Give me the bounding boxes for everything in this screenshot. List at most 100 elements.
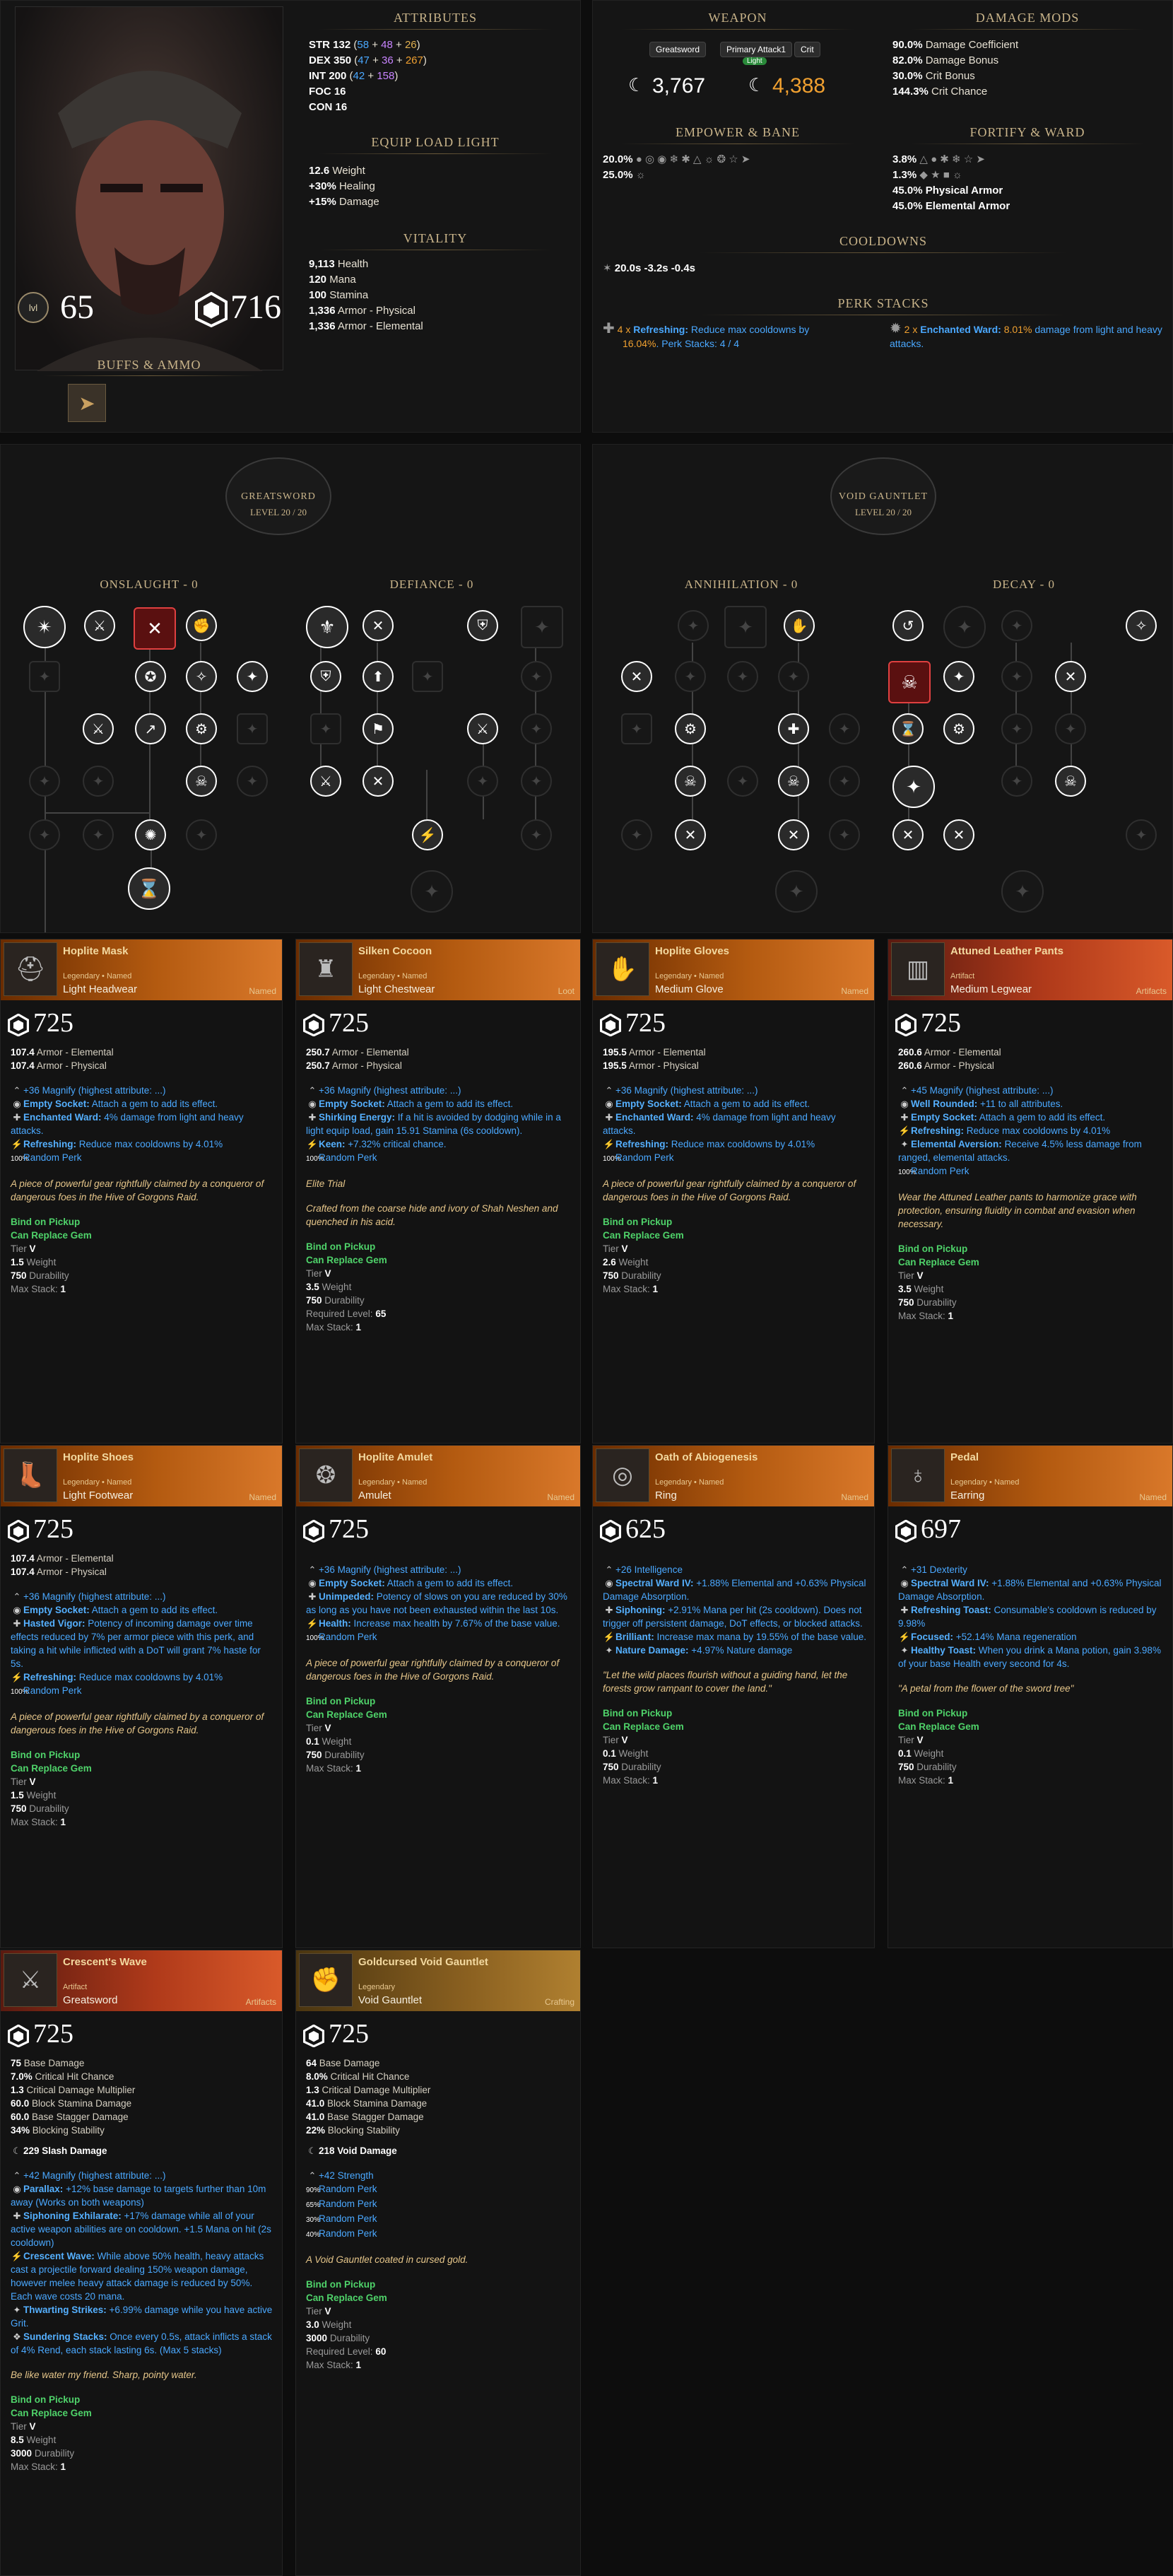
item-body: 195.5 Armor - Elemental 195.5 Armor - Phy… [603, 1047, 856, 1294]
skill-node-icon[interactable]: ✦ [727, 766, 758, 797]
skill-node-icon[interactable]: ☠ [1055, 766, 1086, 797]
skill-node-icon[interactable]: ✕ [362, 766, 394, 797]
skill-node-icon[interactable]: ⌛ [128, 867, 170, 910]
skill-node-icon[interactable]: ⚡ [412, 819, 443, 850]
skill-node-icon[interactable]: ✧ [186, 661, 217, 692]
skill-node-icon[interactable]: ✕ [1055, 661, 1086, 692]
skill-node-icon[interactable]: ⚙ [943, 713, 974, 744]
skill-node-icon[interactable]: ✴ [23, 606, 66, 648]
skill-node-icon[interactable]: ✦ [1001, 610, 1032, 641]
skill-node-icon[interactable]: ✦ [83, 819, 114, 850]
buffs-title: BUFFS & AMMO [97, 358, 201, 372]
skill-node-icon[interactable]: ✧ [1126, 610, 1157, 641]
skill-node-icon[interactable]: ⚑ [362, 713, 394, 744]
skill-node-icon[interactable]: ✦ [310, 713, 341, 744]
skill-node-icon[interactable]: ✕ [943, 819, 974, 850]
skill-node-icon[interactable]: ✦ [775, 870, 818, 913]
skill-node-icon[interactable]: ✋ [784, 610, 815, 641]
skill-node-icon[interactable]: ⚔ [84, 610, 115, 641]
skill-node-icon[interactable]: ⚜ [306, 606, 348, 648]
skill-node-icon[interactable]: ✦ [678, 610, 709, 641]
skill-node-icon[interactable]: ✦ [521, 713, 552, 744]
skill-node-icon[interactable]: ⌛ [892, 713, 924, 744]
skill-node-icon[interactable]: ✕ [621, 661, 652, 692]
skill-node-icon[interactable]: ✦ [943, 661, 974, 692]
skill-node-icon[interactable]: ✚ [778, 713, 809, 744]
skill-node-icon[interactable]: ⚙ [675, 713, 706, 744]
skill-node-icon[interactable]: ✦ [1055, 713, 1086, 744]
skill-node-icon[interactable]: ☠ [186, 766, 217, 797]
tree-defiance-title[interactable]: DEFIANCE - 0 [290, 578, 573, 592]
tree-annihilation-title[interactable]: ANNIHILATION - 0 [593, 578, 890, 592]
item-card[interactable]: 👢 Hoplite Shoes Legendary • Named Light … [0, 1445, 283, 1948]
skill-node-icon[interactable]: ✦ [778, 661, 809, 692]
skill-node-icon[interactable]: ✦ [621, 819, 652, 850]
skill-node-icon[interactable]: ✦ [29, 766, 60, 797]
item-card[interactable]: ⚔ Crescent's Wave Artifact Greatsword Ar… [0, 1950, 283, 2576]
skill-node-icon[interactable]: ✦ [237, 766, 268, 797]
skill-node-icon[interactable]: ✦ [892, 766, 935, 808]
buff-slot[interactable]: ➤ [68, 384, 106, 422]
skill-node-icon[interactable]: ✦ [467, 766, 498, 797]
tree-decay-title[interactable]: DECAY - 0 [883, 578, 1165, 592]
skill-node-icon[interactable]: ✦ [943, 606, 986, 648]
skill-node-icon[interactable]: ☠ [778, 766, 809, 797]
item-card[interactable]: ✊ Goldcursed Void Gauntlet Legendary Voi… [295, 1950, 581, 2576]
skill-node-icon[interactable]: ✦ [29, 661, 60, 692]
skill-node-icon[interactable]: ⚔ [310, 766, 341, 797]
skill-node-icon[interactable]: ⚔ [467, 713, 498, 744]
item-card[interactable]: ❂ Hoplite Amulet Legendary • Named Amule… [295, 1445, 581, 1948]
skill-node-icon[interactable]: ✦ [1001, 766, 1032, 797]
skill-node-icon[interactable]: ⛨ [467, 610, 498, 641]
skill-node-icon[interactable]: ✦ [521, 661, 552, 692]
item-card[interactable]: ✋ Hoplite Gloves Legendary • Named Mediu… [592, 939, 875, 1444]
skill-node-icon[interactable]: ✦ [829, 766, 860, 797]
skill-node-icon[interactable]: ✦ [1126, 819, 1157, 850]
skill-node-icon[interactable]: ✦ [411, 870, 453, 913]
item-card[interactable]: ♁ Pedal Legendary • Named Earring Named … [888, 1445, 1173, 1948]
skill-node-icon[interactable]: ✦ [1001, 713, 1032, 744]
skill-node-icon[interactable]: ↗ [135, 713, 166, 744]
skill-node-icon[interactable]: ☠ [888, 661, 931, 703]
skill-node-icon[interactable]: ✕ [134, 607, 176, 650]
skill-node-icon[interactable]: ✺ [135, 819, 166, 850]
skill-node-icon[interactable]: ✦ [237, 713, 268, 744]
skill-node-icon[interactable]: ✕ [778, 819, 809, 850]
skill-node-icon[interactable]: ✦ [521, 819, 552, 850]
skill-node-icon[interactable]: ✦ [83, 766, 114, 797]
skill-node-icon[interactable]: ⚔ [83, 713, 114, 744]
skill-node-icon[interactable]: ✦ [521, 606, 563, 648]
perk-icon: ◉ [13, 2184, 21, 2194]
skill-node-icon[interactable]: ✦ [829, 713, 860, 744]
skill-node-icon[interactable]: ↺ [892, 610, 924, 641]
skill-node-icon[interactable]: ✊ [186, 610, 217, 641]
item-card[interactable]: ♜ Silken Cocoon Legendary • Named Light … [295, 939, 581, 1444]
tree-onslaught-title[interactable]: ONSLAUGHT - 0 [1, 578, 297, 592]
skill-node-icon[interactable]: ✦ [829, 819, 860, 850]
skill-node-icon[interactable]: ✦ [1001, 661, 1032, 692]
skill-node-icon[interactable]: ✦ [237, 661, 268, 692]
skill-node-icon[interactable]: ✦ [186, 819, 217, 850]
skill-node-icon[interactable]: ✕ [892, 819, 924, 850]
skill-node-icon[interactable]: ✦ [675, 661, 706, 692]
skill-node-icon[interactable]: ⚙ [186, 713, 217, 744]
skill-node-icon[interactable]: ✦ [29, 819, 60, 850]
weapon-tab-primary[interactable]: Primary Attack1 [720, 42, 793, 57]
skill-node-icon[interactable]: ✦ [1001, 870, 1044, 913]
skill-node-icon[interactable]: ⛨ [310, 661, 341, 692]
skill-node-icon[interactable]: ☠ [675, 766, 706, 797]
weapon-tab-greatsword[interactable]: Greatsword [649, 42, 707, 57]
skill-node-icon[interactable]: ✦ [621, 713, 652, 744]
skill-node-icon[interactable]: ✪ [135, 661, 166, 692]
skill-node-icon[interactable]: ✕ [362, 610, 394, 641]
skill-node-icon[interactable]: ✦ [724, 606, 767, 648]
skill-node-icon[interactable]: ✦ [727, 661, 758, 692]
item-card[interactable]: ⛑ Hoplite Mask Legendary • Named Light H… [0, 939, 283, 1444]
skill-node-icon[interactable]: ✕ [675, 819, 706, 850]
item-card[interactable]: ▥ Attuned Leather Pants Artifact Medium … [888, 939, 1173, 1444]
skill-node-icon[interactable]: ✦ [521, 766, 552, 797]
skill-node-icon[interactable]: ⬆ [362, 661, 394, 692]
item-card[interactable]: ◎ Oath of Abiogenesis Legendary • Named … [592, 1445, 875, 1948]
weapon-tab-crit[interactable]: Crit [794, 42, 820, 57]
skill-node-icon[interactable]: ✦ [412, 661, 443, 692]
